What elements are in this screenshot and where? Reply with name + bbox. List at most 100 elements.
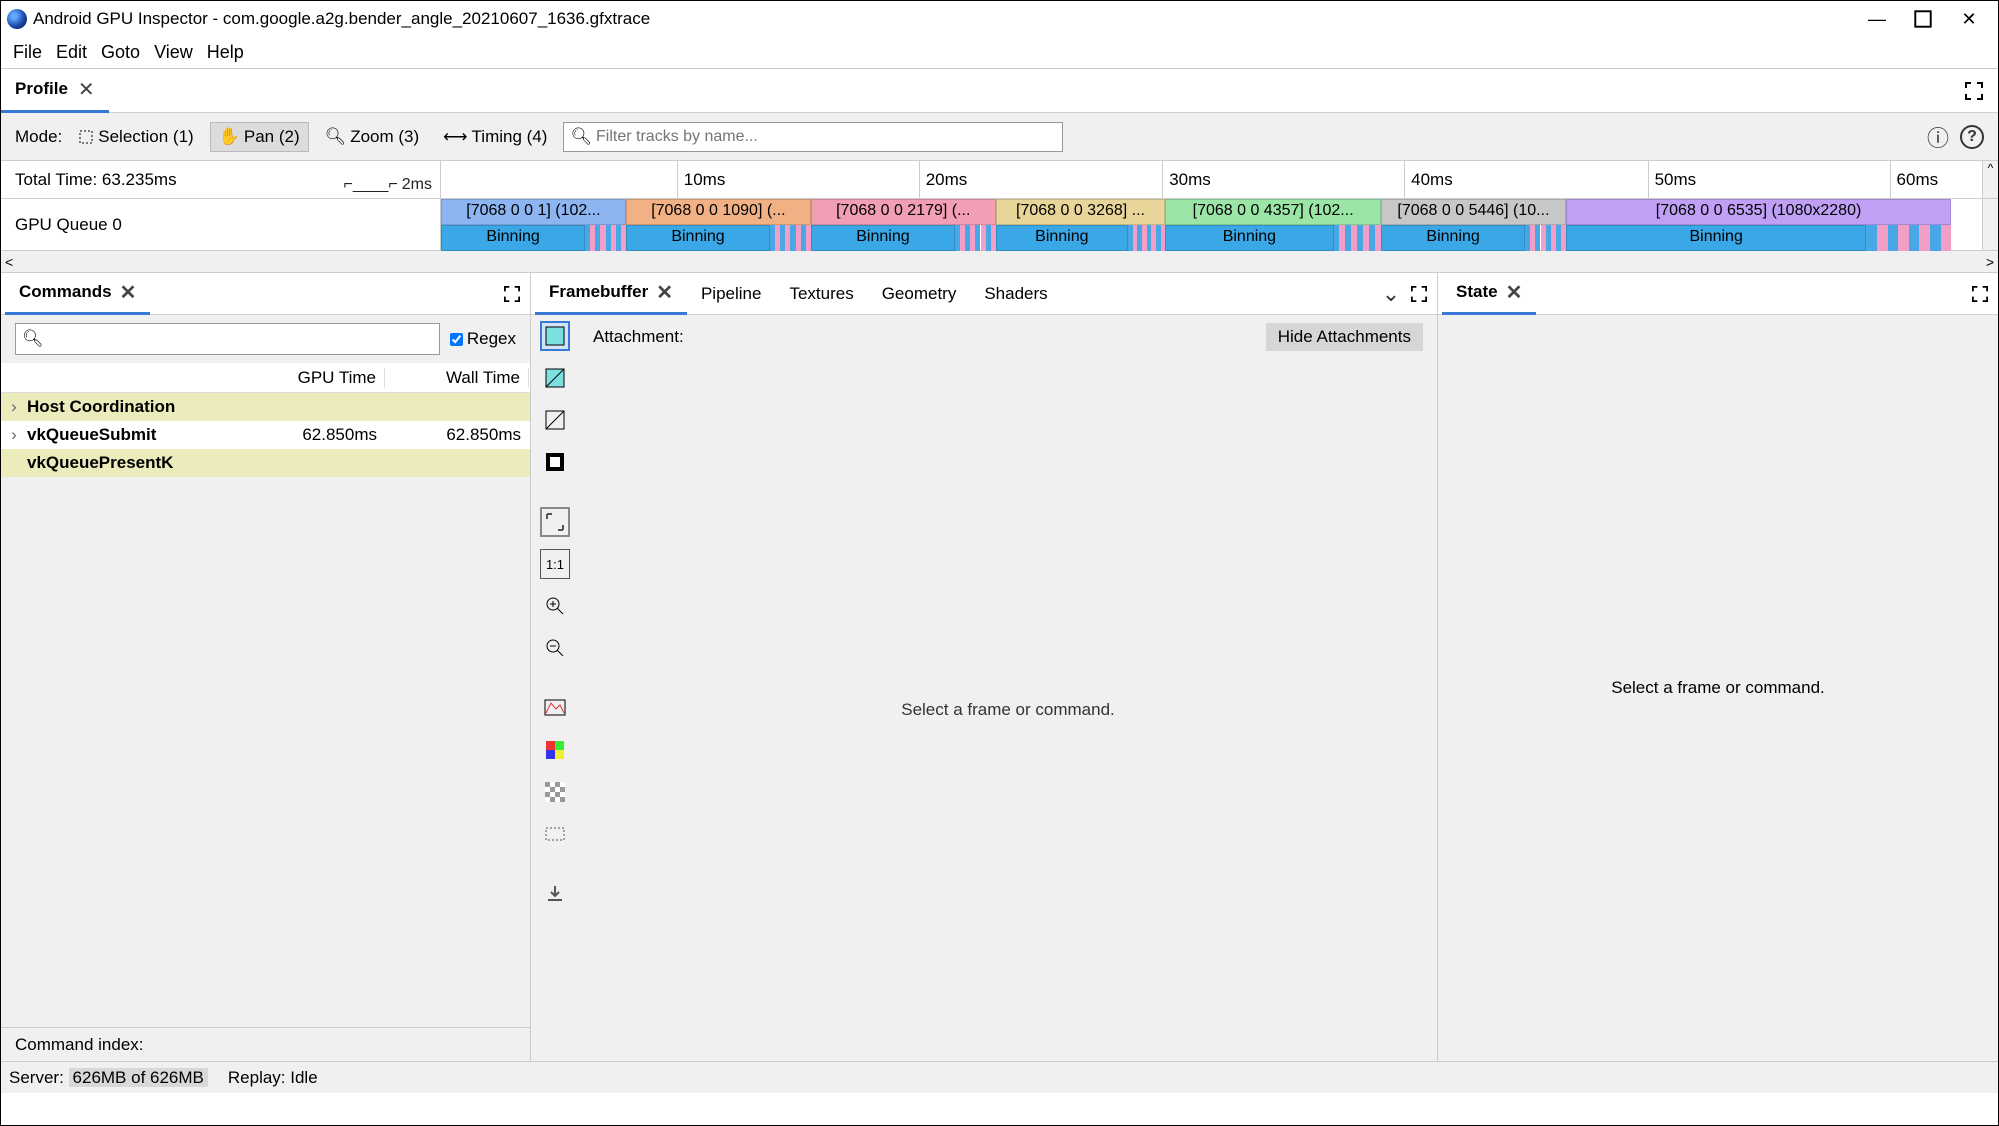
replay-status: Replay: Idle: [228, 1068, 318, 1088]
close-icon[interactable]: ✕: [656, 280, 673, 305]
tick: 40ms: [1404, 161, 1453, 198]
maximize-panel-icon[interactable]: [498, 280, 526, 308]
background-icon[interactable]: [540, 777, 570, 807]
close-button[interactable]: ✕: [1960, 10, 1978, 28]
zoom-in-icon[interactable]: [540, 591, 570, 621]
info-icon[interactable]: ⓘ: [1924, 123, 1952, 151]
track-filter[interactable]: 🔍︎: [563, 122, 1063, 152]
mode-selection[interactable]: Selection (1): [70, 123, 201, 151]
menu-view[interactable]: View: [154, 42, 193, 63]
channels-icon[interactable]: [540, 735, 570, 765]
binning-block[interactable]: Binning: [1566, 225, 1866, 251]
table-row[interactable]: ›vkQueueSubmit62.850ms62.850ms: [1, 421, 530, 449]
tab-profile-label: Profile: [15, 79, 68, 99]
timeline-block[interactable]: [7068 0 0 6535] (1080x2280): [1566, 199, 1951, 225]
magnifier-icon: 🔍︎: [325, 127, 347, 147]
scroll-right-icon[interactable]: >: [1986, 254, 1994, 270]
timeline-block[interactable]: [7068 0 0 3268] ...: [996, 199, 1166, 225]
color-buffer-icon[interactable]: [540, 321, 570, 351]
render-stripe[interactable]: [1866, 225, 1877, 251]
tick: 50ms: [1648, 161, 1697, 198]
close-icon[interactable]: ✕: [1506, 280, 1523, 305]
profile-toolbar: Mode: Selection (1) ✋ Pan (2) 🔍︎ Zoom (3…: [1, 113, 1998, 161]
menu-file[interactable]: File: [13, 42, 42, 63]
overdraw-icon[interactable]: [540, 447, 570, 477]
zoom-fit-icon[interactable]: [540, 507, 570, 537]
hide-attachments-button[interactable]: Hide Attachments: [1266, 323, 1423, 351]
timeline-block[interactable]: [7068 0 0 2179] (...: [811, 199, 996, 225]
fullscreen-icon[interactable]: [1960, 77, 1988, 105]
maximize-panel-icon[interactable]: [1966, 280, 1994, 308]
mode-pan[interactable]: ✋ Pan (2): [210, 122, 309, 152]
maximize-panel-icon[interactable]: [1405, 280, 1433, 308]
zoom-actual-icon[interactable]: 1:1: [540, 549, 570, 579]
menu-help[interactable]: Help: [207, 42, 244, 63]
top-tabstrip: Profile ✕: [1, 69, 1998, 113]
search-icon: 🔍︎: [570, 127, 592, 147]
mode-pan-label: Pan (2): [244, 127, 300, 147]
binning-block[interactable]: Binning: [996, 225, 1128, 251]
tick: 20ms: [919, 161, 968, 198]
expand-icon[interactable]: ›: [1, 397, 27, 417]
flip-icon[interactable]: [540, 819, 570, 849]
menu-edit[interactable]: Edit: [56, 42, 87, 63]
tab-framebuffer[interactable]: Framebuffer ✕: [535, 273, 687, 315]
menu-goto[interactable]: Goto: [101, 42, 140, 63]
window-title: Android GPU Inspector - com.google.a2g.b…: [33, 9, 1868, 29]
binning-block[interactable]: Binning: [1165, 225, 1333, 251]
tab-pipeline[interactable]: Pipeline: [687, 273, 776, 315]
track-lanes[interactable]: [7068 0 0 1] (102...[7068 0 0 1090] (...…: [441, 199, 1982, 250]
chevron-down-icon[interactable]: ⌄: [1377, 280, 1405, 308]
regex-checkbox[interactable]: [450, 333, 463, 346]
regex-toggle[interactable]: Regex: [450, 329, 516, 349]
wireframe-only-icon[interactable]: [540, 405, 570, 435]
tab-profile[interactable]: Profile ✕: [1, 69, 109, 113]
track-filter-input[interactable]: [596, 128, 1056, 146]
wireframe-overlay-icon[interactable]: [540, 363, 570, 393]
save-icon[interactable]: [540, 879, 570, 909]
timeline-block[interactable]: [7068 0 0 5446] (10...: [1381, 199, 1566, 225]
render-stripe[interactable]: [1888, 225, 1899, 251]
render-stripe[interactable]: [1909, 225, 1920, 251]
command-search-input[interactable]: [44, 332, 433, 347]
binning-block[interactable]: Binning: [626, 225, 770, 251]
table-row[interactable]: ›Host Coordination: [1, 393, 530, 421]
render-stripe[interactable]: [1941, 225, 1952, 251]
minimize-button[interactable]: —: [1868, 10, 1886, 28]
mode-zoom[interactable]: 🔍︎ Zoom (3): [317, 123, 428, 151]
scroll-up-icon[interactable]: ^: [1982, 161, 1998, 198]
timeline-ticks[interactable]: 10ms 20ms 30ms 40ms 50ms 60ms: [441, 161, 1982, 198]
binning-block[interactable]: Binning: [441, 225, 585, 251]
timeline-block[interactable]: [7068 0 0 1090] (...: [626, 199, 811, 225]
scroll-left-icon[interactable]: <: [5, 254, 13, 270]
binning-block[interactable]: Binning: [1381, 225, 1525, 251]
attachment-label: Attachment:: [593, 327, 684, 347]
mode-timing-label: Timing (4): [472, 127, 548, 147]
vscroll-track[interactable]: [1982, 199, 1998, 250]
command-search[interactable]: 🔍︎: [15, 323, 440, 355]
close-icon[interactable]: ✕: [120, 280, 137, 305]
timeline-block[interactable]: [7068 0 0 1] (102...: [441, 199, 626, 225]
mode-timing[interactable]: ⟷ Timing (4): [435, 123, 555, 151]
tab-state[interactable]: State ✕: [1442, 273, 1536, 315]
tab-commands[interactable]: Commands ✕: [5, 273, 150, 315]
render-stripe[interactable]: [1898, 225, 1909, 251]
render-stripe[interactable]: [1919, 225, 1930, 251]
help-icon[interactable]: ?: [1960, 125, 1984, 149]
binning-block[interactable]: Binning: [811, 225, 955, 251]
table-row[interactable]: vkQueuePresentK: [1, 449, 530, 477]
zoom-out-icon[interactable]: [540, 633, 570, 663]
render-stripe[interactable]: [1877, 225, 1888, 251]
expand-icon[interactable]: ›: [1, 425, 27, 445]
scale-label: ⌐____⌐ 2ms: [343, 176, 432, 194]
timeline-block[interactable]: [7068 0 0 4357] (102...: [1165, 199, 1381, 225]
histogram-icon[interactable]: [540, 693, 570, 723]
render-stripe[interactable]: [1930, 225, 1941, 251]
close-icon[interactable]: ✕: [78, 77, 95, 102]
maximize-button[interactable]: [1914, 10, 1932, 28]
state-placeholder: Select a frame or command.: [1438, 315, 1998, 1061]
timeline-hscroll[interactable]: < >: [1, 251, 1998, 273]
tab-geometry[interactable]: Geometry: [868, 273, 971, 315]
tab-textures[interactable]: Textures: [775, 273, 867, 315]
tab-shaders[interactable]: Shaders: [970, 273, 1061, 315]
